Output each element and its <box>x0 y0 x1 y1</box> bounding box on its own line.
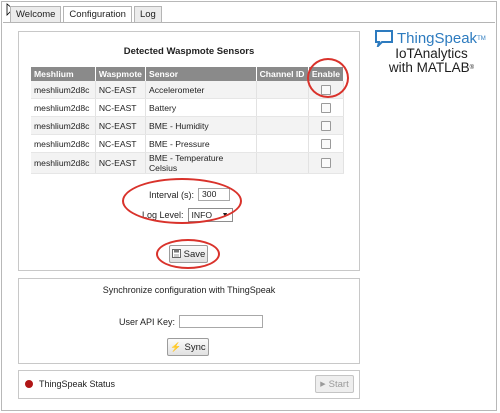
table-row: meshlium2d8c NC-EAST BME - Humidity <box>31 116 345 135</box>
cell-meshlium: meshlium2d8c <box>31 152 96 174</box>
sync-button-label: Sync <box>184 341 206 353</box>
enable-checkbox[interactable] <box>320 138 331 149</box>
highlight-ring-enable <box>307 58 349 98</box>
cell-channel-id[interactable] <box>256 98 309 117</box>
cell-sensor: Battery <box>145 98 257 117</box>
table-row: meshlium2d8c NC-EAST BME - Temperature C… <box>31 152 345 174</box>
chat-bubble-icon <box>375 30 393 47</box>
cell-channel-id[interactable] <box>256 116 309 135</box>
cell-meshlium: meshlium2d8c <box>31 98 96 117</box>
column-header-meshlium: Meshlium <box>31 67 96 81</box>
status-label: ThingSpeak Status <box>39 379 116 389</box>
enable-checkbox[interactable] <box>320 120 331 131</box>
cell-sensor: BME - Humidity <box>145 116 257 135</box>
api-key-input[interactable] <box>179 315 264 328</box>
status-panel: ThingSpeak Status ▶ Start <box>18 370 360 399</box>
app-window: Welcome Configuration Log Detected Waspm… <box>1 1 497 411</box>
cell-waspmote: NC-EAST <box>95 98 146 117</box>
table-header-row: Meshlium Waspmote Sensor Channel ID Enab… <box>31 67 345 81</box>
enable-checkbox[interactable] <box>320 102 331 113</box>
start-button[interactable]: ▶ Start <box>315 375 354 393</box>
cell-sensor: Accelerometer <box>145 81 257 99</box>
table-row: meshlium2d8c NC-EAST Accelerometer <box>31 81 345 99</box>
play-icon: ▶ <box>320 381 326 388</box>
tab-log[interactable]: Log <box>133 6 162 22</box>
logo-trademark: TM <box>477 35 486 42</box>
cell-channel-id[interactable] <box>256 134 309 153</box>
cell-channel-id[interactable] <box>256 81 309 99</box>
logo-line-2: with MATLAB® <box>374 61 489 75</box>
logo-name: ThingSpeak <box>397 30 478 47</box>
cell-enable <box>308 116 345 135</box>
highlight-ring-save <box>156 239 220 269</box>
cell-meshlium: meshlium2d8c <box>31 116 96 135</box>
cell-waspmote: NC-EAST <box>95 116 146 135</box>
tab-configuration[interactable]: Configuration <box>63 6 132 23</box>
tab-bar: Welcome Configuration Log <box>10 6 164 23</box>
sensors-panel-title: Detected Waspmote Sensors <box>123 46 255 57</box>
logo-line-2-text: with MATLAB <box>388 60 470 75</box>
lightning-icon: ⚡ <box>170 341 182 352</box>
cell-sensor: BME - Pressure <box>145 134 257 153</box>
column-header-waspmote: Waspmote <box>95 67 146 81</box>
api-key-label: User API Key: <box>119 316 176 327</box>
status-indicator-icon <box>25 380 33 388</box>
cell-meshlium: meshlium2d8c <box>31 81 96 99</box>
highlight-ring-settings <box>122 178 242 224</box>
sync-panel-title: Synchronize configuration with ThingSpea… <box>102 285 276 295</box>
tab-welcome[interactable]: Welcome <box>10 6 62 22</box>
cell-sensor: BME - Temperature Celsius <box>145 152 257 174</box>
cell-waspmote: NC-EAST <box>95 152 146 174</box>
sensors-table: Meshlium Waspmote Sensor Channel ID Enab… <box>31 67 345 174</box>
cell-enable <box>308 134 345 153</box>
enable-checkbox[interactable] <box>320 158 331 169</box>
cell-meshlium: meshlium2d8c <box>31 134 96 153</box>
cell-enable <box>308 98 345 117</box>
tab-divider <box>3 22 495 23</box>
logo-registered-mark: ® <box>469 65 475 71</box>
cell-waspmote: NC-EAST <box>95 81 146 99</box>
logo-header: ThingSpeak TM <box>374 30 489 47</box>
cell-enable <box>308 152 345 174</box>
thingspeak-logo: ThingSpeak TM IoTAnalytics with MATLAB® <box>374 30 489 75</box>
sensors-panel: Detected Waspmote Sensors Meshlium Waspm… <box>18 31 360 271</box>
cell-waspmote: NC-EAST <box>95 134 146 153</box>
table-row: meshlium2d8c NC-EAST BME - Pressure <box>31 134 345 153</box>
api-key-row: User API Key: <box>119 315 264 328</box>
sync-button[interactable]: ⚡ Sync <box>167 338 209 356</box>
cell-channel-id[interactable] <box>256 152 309 174</box>
column-header-channel-id: Channel ID <box>256 67 309 81</box>
logo-line-1: IoTAnalytics <box>395 46 468 61</box>
start-button-label: Start <box>328 378 349 390</box>
column-header-sensor: Sensor <box>145 67 257 81</box>
sync-panel: Synchronize configuration with ThingSpea… <box>18 278 360 364</box>
table-row: meshlium2d8c NC-EAST Battery <box>31 98 345 117</box>
